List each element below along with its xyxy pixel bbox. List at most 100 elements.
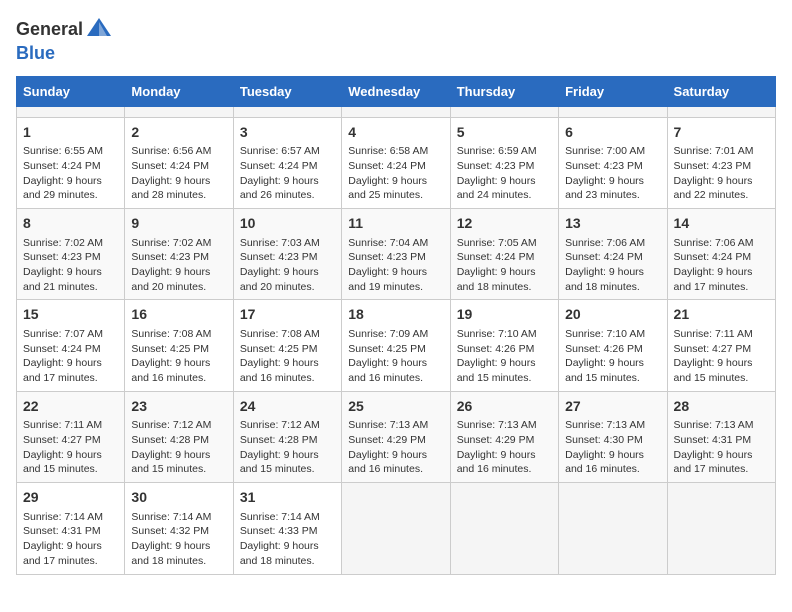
day-info: Sunrise: 7:14 AM Sunset: 4:33 PM Dayligh… [240,510,335,569]
day-number: 4 [348,123,443,143]
calendar-week-row: 22Sunrise: 7:11 AM Sunset: 4:27 PM Dayli… [17,391,776,482]
day-number: 10 [240,214,335,234]
calendar-cell: 13Sunrise: 7:06 AM Sunset: 4:24 PM Dayli… [559,209,667,300]
day-info: Sunrise: 7:12 AM Sunset: 4:28 PM Dayligh… [240,418,335,477]
day-number: 8 [23,214,118,234]
day-number: 21 [674,305,769,325]
day-info: Sunrise: 7:14 AM Sunset: 4:32 PM Dayligh… [131,510,226,569]
day-number: 11 [348,214,443,234]
calendar-cell: 3Sunrise: 6:57 AM Sunset: 4:24 PM Daylig… [233,117,341,208]
day-info: Sunrise: 6:55 AM Sunset: 4:24 PM Dayligh… [23,144,118,203]
day-info: Sunrise: 7:06 AM Sunset: 4:24 PM Dayligh… [674,236,769,295]
calendar-week-row: 1Sunrise: 6:55 AM Sunset: 4:24 PM Daylig… [17,117,776,208]
day-info: Sunrise: 7:07 AM Sunset: 4:24 PM Dayligh… [23,327,118,386]
day-info: Sunrise: 7:08 AM Sunset: 4:25 PM Dayligh… [240,327,335,386]
logo-text: General Blue [16,16,113,64]
calendar-cell: 10Sunrise: 7:03 AM Sunset: 4:23 PM Dayli… [233,209,341,300]
day-info: Sunrise: 7:05 AM Sunset: 4:24 PM Dayligh… [457,236,552,295]
day-info: Sunrise: 6:56 AM Sunset: 4:24 PM Dayligh… [131,144,226,203]
day-info: Sunrise: 7:10 AM Sunset: 4:26 PM Dayligh… [457,327,552,386]
calendar-cell: 11Sunrise: 7:04 AM Sunset: 4:23 PM Dayli… [342,209,450,300]
day-info: Sunrise: 7:08 AM Sunset: 4:25 PM Dayligh… [131,327,226,386]
calendar-cell: 31Sunrise: 7:14 AM Sunset: 4:33 PM Dayli… [233,483,341,574]
calendar-cell [233,106,341,117]
day-number: 20 [565,305,660,325]
calendar-cell: 25Sunrise: 7:13 AM Sunset: 4:29 PM Dayli… [342,391,450,482]
column-header-saturday: Saturday [667,76,775,106]
calendar-cell [342,483,450,574]
day-number: 14 [674,214,769,234]
column-header-wednesday: Wednesday [342,76,450,106]
day-number: 27 [565,397,660,417]
day-info: Sunrise: 7:13 AM Sunset: 4:29 PM Dayligh… [348,418,443,477]
day-number: 23 [131,397,226,417]
day-info: Sunrise: 7:09 AM Sunset: 4:25 PM Dayligh… [348,327,443,386]
calendar-cell [559,106,667,117]
logo: General Blue [16,16,113,64]
day-info: Sunrise: 7:01 AM Sunset: 4:23 PM Dayligh… [674,144,769,203]
calendar-cell [667,483,775,574]
calendar-cell: 16Sunrise: 7:08 AM Sunset: 4:25 PM Dayli… [125,300,233,391]
day-number: 6 [565,123,660,143]
day-number: 17 [240,305,335,325]
day-number: 5 [457,123,552,143]
calendar-cell: 27Sunrise: 7:13 AM Sunset: 4:30 PM Dayli… [559,391,667,482]
calendar-cell: 7Sunrise: 7:01 AM Sunset: 4:23 PM Daylig… [667,117,775,208]
day-number: 24 [240,397,335,417]
day-info: Sunrise: 7:12 AM Sunset: 4:28 PM Dayligh… [131,418,226,477]
calendar-cell: 1Sunrise: 6:55 AM Sunset: 4:24 PM Daylig… [17,117,125,208]
calendar-cell [342,106,450,117]
day-info: Sunrise: 7:13 AM Sunset: 4:29 PM Dayligh… [457,418,552,477]
calendar-cell: 29Sunrise: 7:14 AM Sunset: 4:31 PM Dayli… [17,483,125,574]
day-info: Sunrise: 7:11 AM Sunset: 4:27 PM Dayligh… [23,418,118,477]
calendar-cell: 30Sunrise: 7:14 AM Sunset: 4:32 PM Dayli… [125,483,233,574]
day-number: 1 [23,123,118,143]
calendar-cell: 8Sunrise: 7:02 AM Sunset: 4:23 PM Daylig… [17,209,125,300]
calendar-table: SundayMondayTuesdayWednesdayThursdayFrid… [16,76,776,575]
day-number: 26 [457,397,552,417]
calendar-week-row [17,106,776,117]
day-number: 12 [457,214,552,234]
calendar-cell: 15Sunrise: 7:07 AM Sunset: 4:24 PM Dayli… [17,300,125,391]
calendar-cell [559,483,667,574]
calendar-cell [450,106,558,117]
day-info: Sunrise: 7:02 AM Sunset: 4:23 PM Dayligh… [23,236,118,295]
calendar-week-row: 15Sunrise: 7:07 AM Sunset: 4:24 PM Dayli… [17,300,776,391]
column-header-tuesday: Tuesday [233,76,341,106]
calendar-cell: 12Sunrise: 7:05 AM Sunset: 4:24 PM Dayli… [450,209,558,300]
day-number: 3 [240,123,335,143]
day-number: 19 [457,305,552,325]
column-header-monday: Monday [125,76,233,106]
day-info: Sunrise: 7:14 AM Sunset: 4:31 PM Dayligh… [23,510,118,569]
calendar-cell: 26Sunrise: 7:13 AM Sunset: 4:29 PM Dayli… [450,391,558,482]
calendar-cell: 22Sunrise: 7:11 AM Sunset: 4:27 PM Dayli… [17,391,125,482]
calendar-header-row: SundayMondayTuesdayWednesdayThursdayFrid… [17,76,776,106]
calendar-cell: 4Sunrise: 6:58 AM Sunset: 4:24 PM Daylig… [342,117,450,208]
day-info: Sunrise: 7:13 AM Sunset: 4:30 PM Dayligh… [565,418,660,477]
day-info: Sunrise: 7:13 AM Sunset: 4:31 PM Dayligh… [674,418,769,477]
day-info: Sunrise: 7:04 AM Sunset: 4:23 PM Dayligh… [348,236,443,295]
calendar-cell: 21Sunrise: 7:11 AM Sunset: 4:27 PM Dayli… [667,300,775,391]
calendar-cell [125,106,233,117]
day-info: Sunrise: 7:06 AM Sunset: 4:24 PM Dayligh… [565,236,660,295]
day-number: 29 [23,488,118,508]
calendar-cell: 9Sunrise: 7:02 AM Sunset: 4:23 PM Daylig… [125,209,233,300]
calendar-cell [17,106,125,117]
calendar-cell: 2Sunrise: 6:56 AM Sunset: 4:24 PM Daylig… [125,117,233,208]
day-number: 16 [131,305,226,325]
day-info: Sunrise: 7:00 AM Sunset: 4:23 PM Dayligh… [565,144,660,203]
day-info: Sunrise: 7:11 AM Sunset: 4:27 PM Dayligh… [674,327,769,386]
column-header-sunday: Sunday [17,76,125,106]
page-header: General Blue [16,16,776,64]
column-header-thursday: Thursday [450,76,558,106]
logo-icon [85,16,113,44]
day-info: Sunrise: 6:59 AM Sunset: 4:23 PM Dayligh… [457,144,552,203]
day-number: 9 [131,214,226,234]
day-number: 7 [674,123,769,143]
calendar-cell: 28Sunrise: 7:13 AM Sunset: 4:31 PM Dayli… [667,391,775,482]
day-number: 30 [131,488,226,508]
day-number: 25 [348,397,443,417]
day-number: 22 [23,397,118,417]
day-info: Sunrise: 7:02 AM Sunset: 4:23 PM Dayligh… [131,236,226,295]
day-number: 2 [131,123,226,143]
